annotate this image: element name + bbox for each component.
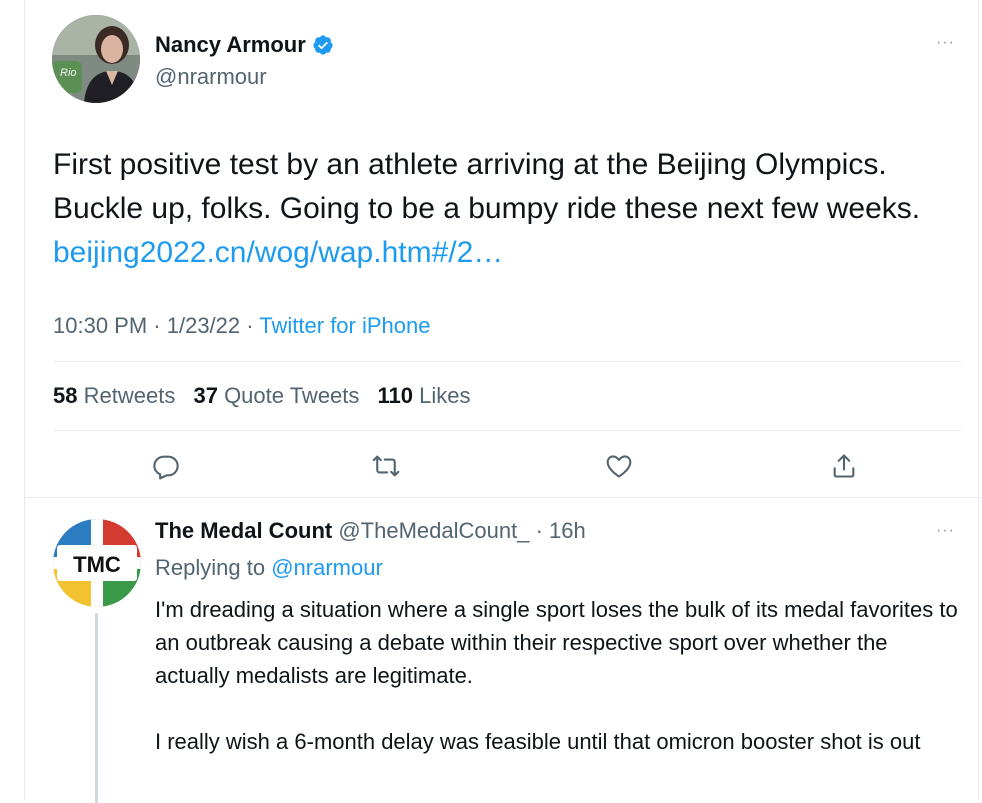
- like-button[interactable]: [605, 452, 633, 480]
- author-handle[interactable]: @nrarmour: [155, 64, 267, 90]
- tweet-meta: 10:30 PM · 1/23/22 · Twitter for iPhone: [53, 313, 430, 339]
- reply-icon: [153, 455, 179, 480]
- tweet-time[interactable]: 10:30 PM: [53, 313, 147, 338]
- retweets-stat[interactable]: 58 Retweets: [53, 383, 175, 408]
- divider: [53, 361, 961, 362]
- thread-connector: [95, 613, 98, 803]
- quotes-count: 37: [193, 383, 218, 408]
- replying-mention[interactable]: @nrarmour: [271, 555, 383, 580]
- reply-author-handle[interactable]: @TheMedalCount_: [338, 518, 529, 543]
- share-button[interactable]: [830, 452, 858, 480]
- author-photo: [52, 15, 140, 103]
- reply-time[interactable]: 16h: [549, 518, 586, 543]
- reply-text: I'm dreading a situation where a single …: [155, 593, 965, 791]
- retweet-button[interactable]: [372, 452, 400, 480]
- left-border: [24, 0, 25, 800]
- share-icon: [833, 454, 855, 478]
- right-border: [978, 0, 979, 800]
- divider: [24, 497, 982, 498]
- reply-header: The Medal Count @TheMedalCount_ · 16h: [155, 518, 586, 544]
- tmc-logo: TMC: [53, 519, 141, 607]
- tweet-source[interactable]: Twitter for iPhone: [259, 313, 430, 338]
- reply-paragraph: I'm dreading a situation where a single …: [155, 597, 958, 688]
- replying-to: Replying to @nrarmour: [155, 555, 383, 581]
- retweets-label: Retweets: [83, 383, 176, 408]
- tweet-stats: 58 Retweets 37 Quote Tweets 110 Likes: [53, 383, 483, 409]
- more-options-icon[interactable]: ···: [936, 34, 955, 52]
- like-icon: [606, 455, 632, 478]
- tweet-link[interactable]: beijing2022.cn/wog/wap.htm#/2…: [53, 236, 503, 269]
- retweets-count: 58: [53, 383, 78, 408]
- meta-separator: ·: [147, 313, 167, 338]
- more-options-icon[interactable]: ···: [936, 522, 955, 540]
- likes-stat[interactable]: 110 Likes: [378, 383, 471, 408]
- tweet-body: First positive test by an athlete arrivi…: [53, 148, 921, 225]
- author-name[interactable]: Nancy Armour: [155, 32, 306, 58]
- tmc-logo-text: TMC: [73, 552, 121, 577]
- verified-badge-icon: [313, 35, 333, 55]
- tweet-thread: Rio Nancy Armour @nrarmour ··· First pos…: [0, 0, 982, 803]
- quote-tweets-stat[interactable]: 37 Quote Tweets: [193, 383, 359, 408]
- meta-separator: ·: [529, 518, 550, 543]
- likes-label: Likes: [419, 383, 471, 408]
- reply-author-name[interactable]: The Medal Count: [155, 518, 332, 543]
- author-avatar[interactable]: Rio: [52, 15, 140, 103]
- quotes-label: Quote Tweets: [224, 383, 360, 408]
- divider: [53, 430, 961, 431]
- likes-count: 110: [377, 383, 414, 408]
- reply-author-avatar[interactable]: TMC: [53, 519, 141, 607]
- avatar-badge: Rio: [60, 67, 77, 79]
- tweet-date[interactable]: 1/23/22: [167, 313, 240, 338]
- meta-separator: ·: [240, 313, 260, 338]
- author-name-row[interactable]: Nancy Armour: [155, 32, 334, 58]
- retweet-icon: [372, 455, 400, 477]
- replying-label: Replying to: [155, 555, 266, 580]
- reply-paragraph: I really wish a 6-month delay was feasib…: [155, 729, 921, 754]
- tweet-text: First positive test by an athlete arrivi…: [53, 143, 953, 275]
- reply-button[interactable]: [152, 452, 180, 480]
